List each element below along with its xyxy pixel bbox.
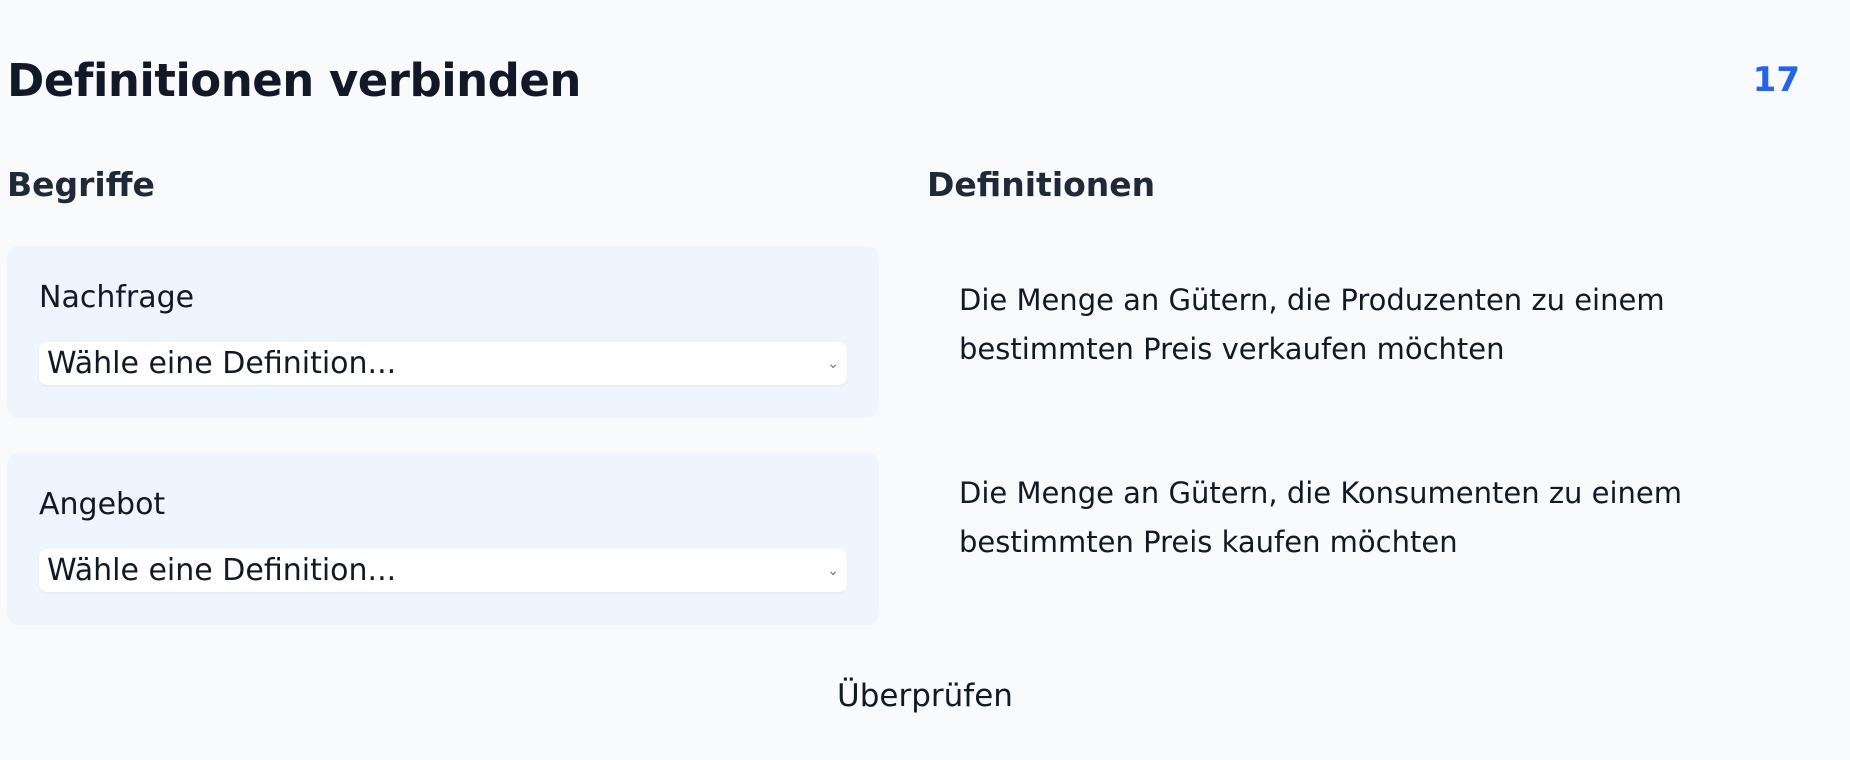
matching-exercise-page: Definitionen verbinden 17 Begriffe Nachf…	[0, 0, 1850, 760]
chevron-down-icon: ⌄	[827, 562, 839, 579]
select-value: Wähle eine Definition...	[47, 553, 397, 588]
score-counter: 17	[1752, 60, 1800, 100]
terms-column: Begriffe Nachfrage Wähle eine Definition…	[7, 160, 879, 625]
page-header: Definitionen verbinden 17	[7, 40, 1800, 120]
term-label: Nachfrage	[39, 280, 195, 315]
terms-heading: Begriffe	[7, 165, 155, 204]
term-card-nachfrage: Nachfrage Wähle eine Definition... ⌄	[7, 246, 879, 418]
definition-select-angebot[interactable]: Wähle eine Definition... ⌄	[39, 549, 847, 592]
definitions-heading: Definitionen	[927, 165, 1156, 204]
page-title: Definitionen verbinden	[7, 53, 581, 107]
definition-item: Die Menge an Gütern, die Konsumenten zu …	[959, 476, 1683, 559]
chevron-down-icon: ⌄	[827, 355, 839, 372]
definition-item: Die Menge an Gütern, die Produzenten zu …	[959, 283, 1665, 366]
check-button[interactable]: Überprüfen	[805, 672, 1045, 720]
term-card-angebot: Angebot Wähle eine Definition... ⌄	[7, 453, 879, 625]
definition-select-nachfrage[interactable]: Wähle eine Definition... ⌄	[39, 342, 847, 385]
definitions-column: Definitionen Die Menge an Gütern, die Pr…	[927, 160, 1807, 559]
term-label: Angebot	[39, 487, 166, 522]
select-value: Wähle eine Definition...	[47, 346, 397, 381]
